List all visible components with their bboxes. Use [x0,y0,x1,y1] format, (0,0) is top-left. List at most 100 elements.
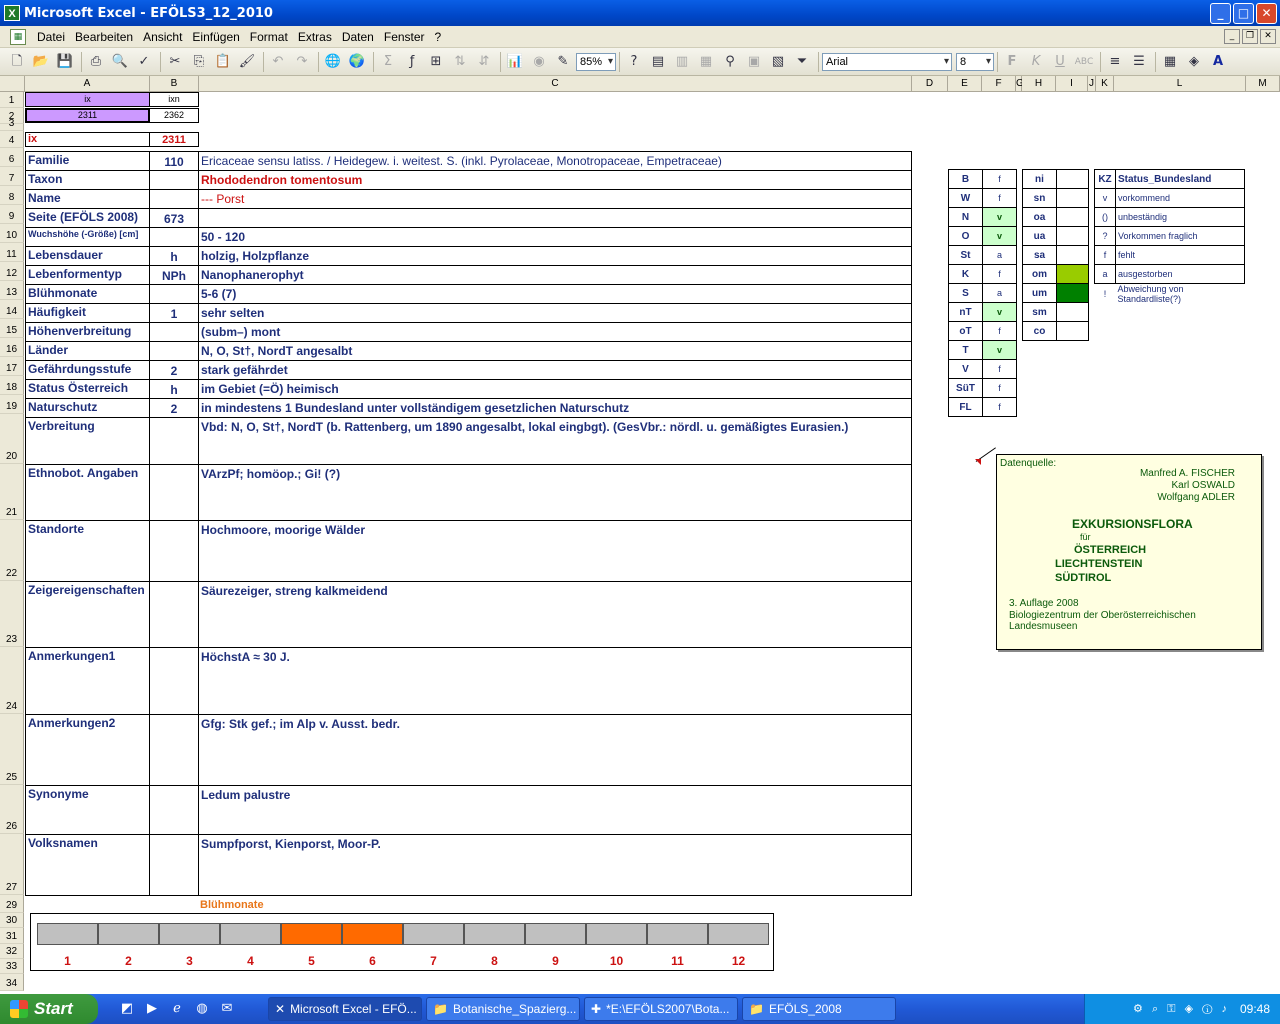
tray-icons[interactable]: ⚙ ⌕ ⚿ ◈ ⓘ ♪ [1133,1002,1230,1016]
record-code[interactable] [150,193,198,209]
quicklaunch-media-icon[interactable]: ▶ [141,998,163,1020]
description-value[interactable]: HöchstA ≈ 30 J. [199,650,911,666]
record-code[interactable]: h [150,383,198,399]
fill-color-icon[interactable]: ◈ [1183,51,1205,73]
row-header-17[interactable]: 17 [0,357,24,376]
zoom-select[interactable]: 85% [576,52,616,71]
region-code[interactable]: um [1022,283,1057,303]
state-status[interactable]: a [982,283,1017,303]
region-code[interactable]: sm [1022,302,1057,322]
record-value[interactable]: 5-6 (7) [199,287,911,303]
state-code[interactable]: B [948,169,983,189]
region-code[interactable]: oa [1022,207,1057,227]
font-color-icon[interactable]: A [1207,51,1229,73]
autosum-icon[interactable]: Σ [377,51,399,73]
region-value[interactable] [1056,302,1089,322]
filter-icon[interactable]: ⏷ [791,51,813,73]
col-header-a[interactable]: A [25,76,150,92]
record-value[interactable]: sehr selten [199,306,911,322]
record-code[interactable] [150,231,198,247]
state-status[interactable]: f [982,264,1017,284]
row-header-29[interactable]: 29 [0,895,24,913]
region-code[interactable]: om [1022,264,1057,284]
state-code[interactable]: nT [948,302,983,322]
state-code[interactable]: O [948,226,983,246]
save-icon[interactable]: 💾 [54,51,76,73]
col-header-l[interactable]: L [1114,76,1246,92]
record-label[interactable]: Naturschutz [26,400,148,416]
region-code[interactable]: ua [1022,226,1057,246]
record-code[interactable] [150,288,198,304]
record-code[interactable]: 673 [150,212,198,228]
row-header-21[interactable]: 21 [0,464,24,520]
state-status[interactable]: f [982,359,1017,379]
row-header-33[interactable]: 33 [0,959,24,974]
spellcheck-icon[interactable]: ✓ [133,51,155,73]
undo-icon[interactable]: ↶ [267,51,289,73]
quicklaunch-ie-icon[interactable]: ℯ [166,998,188,1020]
format-painter-icon[interactable]: 🖌 [236,51,258,73]
region-code[interactable]: sa [1022,245,1057,265]
row-header-14[interactable]: 14 [0,300,24,319]
row-header-30[interactable]: 30 [0,913,24,928]
description-value[interactable]: VArzPf; homöop.; Gi! (?) [199,467,911,483]
row-header-3[interactable]: 3 [0,118,24,131]
state-code[interactable]: N [948,207,983,227]
record-code[interactable] [150,345,198,361]
description-value[interactable]: Sumpfporst, Kienporst, Moor-P. [199,837,911,853]
menu-bearbeiten[interactable]: Bearbeiten [70,30,138,44]
state-status[interactable]: f [982,397,1017,417]
row-header-34[interactable]: 34 [0,974,24,991]
font-select[interactable]: Arial [822,52,952,71]
record-value[interactable] [199,211,911,227]
description-label[interactable]: Standorte [26,522,148,538]
insert-function-icon[interactable]: ⊞ [425,51,447,73]
binoculars-icon[interactable]: ⚲ [719,51,741,73]
record-code[interactable]: 2 [150,402,198,418]
col-header-e[interactable]: E [948,76,982,92]
record-label[interactable]: Häufigkeit [26,305,148,321]
state-code[interactable]: S [948,283,983,303]
record-code[interactable]: NPh [150,269,198,285]
borders-icon[interactable]: ▦ [1159,51,1181,73]
col-header-d[interactable]: D [912,76,948,92]
doc-close-button[interactable]: ✕ [1260,29,1276,44]
record-label[interactable]: Gefährdungsstufe [26,362,148,378]
state-code[interactable]: St [948,245,983,265]
region-value[interactable] [1056,264,1089,284]
state-code[interactable]: W [948,188,983,208]
record-value[interactable]: (subm–) mont [199,325,911,341]
record-label[interactable]: Höhenverbreitung [26,324,148,340]
italic-icon[interactable]: K [1025,51,1047,73]
record-label[interactable]: Länder [26,343,148,359]
record-code[interactable] [150,174,198,190]
region-code[interactable]: co [1022,321,1057,341]
row-header-25[interactable]: 25 [0,714,24,785]
menu-ansicht[interactable]: Ansicht [138,30,187,44]
col-header-m[interactable]: M [1246,76,1280,92]
drawing-icon[interactable]: ✎ [552,51,574,73]
cell-a2[interactable]: 2311 [25,108,150,123]
record-code[interactable]: 1 [150,307,198,323]
record-label[interactable]: Name [26,191,148,207]
row-header-10[interactable]: 10 [0,224,24,243]
row-header-13[interactable]: 13 [0,281,24,300]
row-header-8[interactable]: 8 [0,186,24,205]
state-code[interactable]: V [948,359,983,379]
print-preview-icon[interactable]: 🔍 [109,51,131,73]
toolbar-d-icon[interactable]: ▣ [743,51,765,73]
row-header-23[interactable]: 23 [0,581,24,647]
row-header-24[interactable]: 24 [0,647,24,714]
align-center-icon[interactable]: ☰ [1128,51,1150,73]
copy-icon[interactable]: ⎘ [188,51,210,73]
record-label[interactable]: Lebensdauer [26,248,148,264]
task-botanische[interactable]: 📁 Botanische_Spazierg... [426,997,580,1021]
row-header-16[interactable]: 16 [0,338,24,357]
record-value[interactable]: Rhododendron tomentosum [199,173,911,189]
quicklaunch-outlook-icon[interactable]: ✉ [216,998,238,1020]
col-header-c[interactable]: C [199,76,912,92]
map-icon[interactable]: ◉ [528,51,550,73]
description-value[interactable]: Säurezeiger, streng kalkmeidend [199,584,911,600]
web-icon[interactable]: 🌍 [346,51,368,73]
record-value[interactable]: in mindestens 1 Bundesland unter vollstä… [199,401,911,417]
